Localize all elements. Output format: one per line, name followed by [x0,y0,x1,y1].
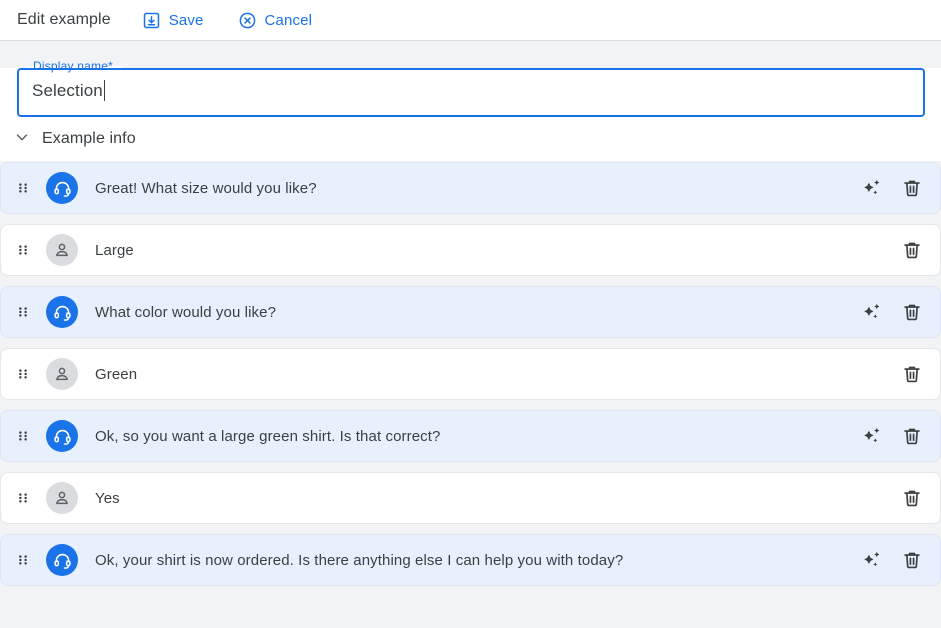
display-name-input-value: Selection [32,80,103,100]
conversation-row[interactable]: Yes [0,472,941,524]
row-actions [900,486,924,510]
conversation-row[interactable]: Ok, your shirt is now ordered. Is there … [0,534,941,586]
conversation-rows: Great! What size would you like? Large Wha… [0,161,941,586]
row-actions [860,548,924,572]
conversation-row-text: Ok, your shirt is now ordered. Is there … [95,551,624,569]
conversation-row[interactable]: Ok, so you want a large green shirt. Is … [0,410,941,462]
drag-handle-icon[interactable] [14,241,32,259]
drag-handle-icon[interactable] [14,303,32,321]
form-area: Display name* Selection Example info [0,59,941,161]
trash-icon[interactable] [900,238,924,262]
sparkle-icon[interactable] [860,424,884,448]
conversation-row-text: Large [95,241,134,259]
headset-icon [52,178,73,199]
conversation-row-text: Ok, so you want a large green shirt. Is … [95,427,441,445]
drag-handle-icon[interactable] [14,489,32,507]
conversation-row-text: What color would you like? [95,303,277,321]
display-name-field-wrapper[interactable]: Display name* Selection [17,59,925,117]
conversation-row[interactable]: Large [0,224,941,276]
cancel-button-label: Cancel [264,11,313,29]
user-avatar [46,482,78,514]
example-info-section-toggle[interactable]: Example info [0,117,941,161]
agent-avatar [46,420,78,452]
drag-handle-icon[interactable] [14,427,32,445]
trash-icon[interactable] [900,486,924,510]
save-button-label: Save [168,11,204,29]
page-header: Edit example Save Cancel [0,0,941,41]
row-actions [900,362,924,386]
text-cursor [103,80,105,101]
display-name-field-outline [17,68,925,117]
conversation-row[interactable]: Green [0,348,941,400]
display-name-label: Display name* [33,59,113,73]
trash-icon[interactable] [900,548,924,572]
user-avatar [46,234,78,266]
conversation-row[interactable]: Great! What size would you like? [0,162,941,214]
trash-icon[interactable] [900,362,924,386]
sparkle-icon[interactable] [860,548,884,572]
save-button[interactable]: Save [136,7,210,34]
conversation-row-text: Great! What size would you like? [95,179,317,197]
conversation-row-text: Yes [95,489,120,507]
agent-avatar [46,544,78,576]
trash-icon[interactable] [900,176,924,200]
agent-avatar [46,172,78,204]
trash-icon[interactable] [900,424,924,448]
cancel-button[interactable]: Cancel [232,7,319,34]
row-actions [860,300,924,324]
person-icon [52,488,72,508]
row-actions [860,424,924,448]
drag-handle-icon[interactable] [14,179,32,197]
sparkle-icon[interactable] [860,300,884,324]
chevron-down-icon[interactable] [13,128,31,151]
display-name-input[interactable]: Selection [32,80,105,101]
sparkle-icon[interactable] [860,176,884,200]
agent-avatar [46,296,78,328]
user-avatar [46,358,78,390]
person-icon [52,364,72,384]
page-title: Edit example [17,11,111,28]
headset-icon [52,302,73,323]
example-info-section-title: Example info [42,130,136,147]
row-actions [860,176,924,200]
row-actions [900,238,924,262]
conversation-row-text: Green [95,365,138,383]
conversation-row[interactable]: What color would you like? [0,286,941,338]
headset-icon [52,426,73,447]
drag-handle-icon[interactable] [14,551,32,569]
person-icon [52,240,72,260]
drag-handle-icon[interactable] [14,365,32,383]
trash-icon[interactable] [900,300,924,324]
cancel-circle-icon [238,11,257,30]
headset-icon [52,550,73,571]
save-icon [142,11,161,30]
